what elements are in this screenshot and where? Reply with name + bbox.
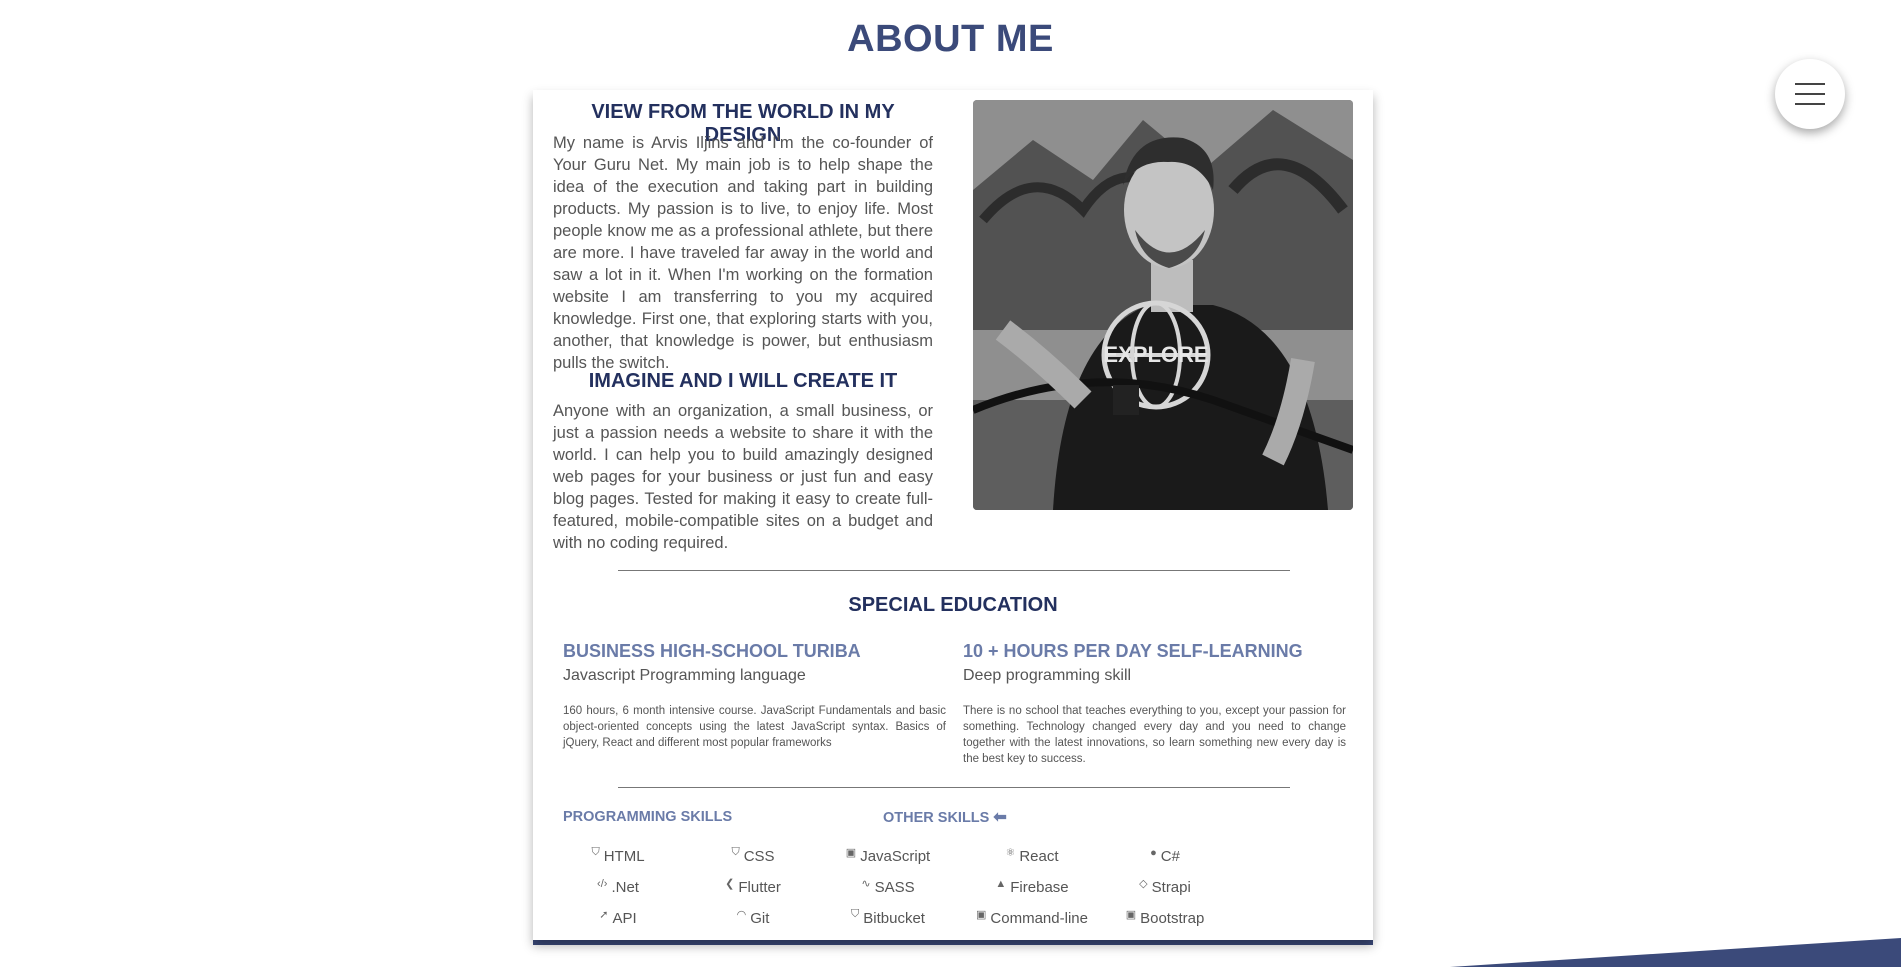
other-skills-text: OTHER SKILLS (883, 810, 990, 826)
menu-icon-bar (1795, 103, 1825, 105)
skill-item: ▣ Bootstrap (1125, 909, 1205, 927)
code-icon: ‹/› (597, 877, 608, 890)
skill-item: ▣ JavaScript (845, 847, 931, 865)
section-divider (618, 570, 1290, 571)
section-divider (618, 787, 1290, 788)
html5-icon: ⛉ (591, 846, 600, 858)
skill-label: SASS (874, 879, 915, 896)
skill-label: Git (750, 910, 770, 927)
skill-label: API (612, 910, 637, 927)
strapi-icon: ◇ (1139, 878, 1148, 890)
react-icon: ⚛ (1005, 847, 1016, 859)
csharp-icon: ● (1150, 846, 1157, 859)
skill-item: ◇ Strapi (1139, 878, 1191, 896)
page-title: ABOUT ME (847, 18, 1054, 60)
skill-label: JavaScript (860, 848, 931, 865)
skill-label: Strapi (1151, 879, 1191, 896)
rocket-icon: ➚ (599, 909, 609, 921)
education-right-description: There is no school that teaches everythi… (963, 705, 1346, 765)
education-left-title: BUSINESS HIGH-SCHOOL TURIBA (563, 641, 861, 661)
about-create-text: Anyone with an organization, a small bus… (553, 402, 933, 552)
education-left-subtitle: Javascript Programming language (563, 667, 806, 684)
arrow-left-icon: ⬅ (993, 809, 1007, 826)
hamburger-menu-button[interactable] (1775, 59, 1845, 129)
menu-icon-bar (1795, 93, 1825, 95)
other-skills-label[interactable]: OTHER SKILLS ⬅ (883, 807, 1007, 827)
skill-item: ⚛ React (1005, 847, 1059, 865)
profile-photo: EXPLORE (973, 100, 1353, 510)
skill-item: ▣ Command-line (976, 909, 1088, 927)
programming-skills-label: PROGRAMMING SKILLS (563, 809, 733, 825)
css3-icon: ⛉ (731, 846, 740, 858)
education-heading: SPECIAL EDUCATION (848, 594, 1058, 616)
terminal-icon: ▣ (976, 909, 987, 921)
education-right-title: 10 + HOURS PER DAY SELF-LEARNING (963, 641, 1303, 661)
skill-label: HTML (603, 848, 645, 865)
skill-item: ➚ API (599, 909, 637, 927)
bitbucket-icon: ⛉ (851, 908, 860, 920)
skill-label: .Net (611, 879, 639, 896)
skill-item: ❮ Flutter (725, 878, 781, 896)
skill-label: Flutter (738, 879, 781, 896)
skill-item: ⛉ HTML (591, 846, 645, 865)
decorative-corner-shape (1450, 938, 1901, 967)
skill-item: ⛉ Bitbucket (851, 908, 925, 927)
education-right-subtitle: Deep programming skill (963, 667, 1132, 684)
about-intro-text: My name is Arvis Iljins and I'm the co-f… (553, 134, 933, 372)
skill-item: ● C# (1150, 846, 1180, 866)
education-left-description: 160 hours, 6 month intensive course. Jav… (563, 705, 946, 749)
flutter-icon: ❮ (725, 878, 735, 890)
skill-item: ‹/› .Net (597, 877, 639, 897)
about-heading-create: IMAGINE AND I WILL CREATE IT (588, 370, 898, 392)
about-card: VIEW FROM THE WORLD IN MY DESIGN My name… (533, 90, 1373, 940)
skill-label: CSS (743, 848, 775, 865)
skill-item: ▲ Firebase (995, 877, 1069, 897)
skill-item: ⛉ CSS (731, 846, 775, 865)
skill-item: ◠ Git (736, 909, 770, 927)
github-icon: ◠ (736, 909, 747, 921)
skill-item: ∿ SASS (861, 878, 915, 896)
js-icon: ▣ (845, 847, 857, 859)
menu-icon-bar (1795, 83, 1825, 85)
skill-label: Bootstrap (1140, 910, 1205, 927)
firebase-icon: ▲ (995, 877, 1007, 890)
skill-label: Firebase (1010, 879, 1069, 896)
bootstrap-icon: ▣ (1125, 909, 1137, 921)
photo-shirt-text: EXPLORE (1103, 342, 1208, 367)
skill-label: Command-line (990, 910, 1088, 927)
skill-label: Bitbucket (863, 910, 925, 927)
sass-icon: ∿ (861, 878, 871, 890)
skill-label: C# (1160, 848, 1180, 865)
skill-label: React (1019, 848, 1059, 865)
